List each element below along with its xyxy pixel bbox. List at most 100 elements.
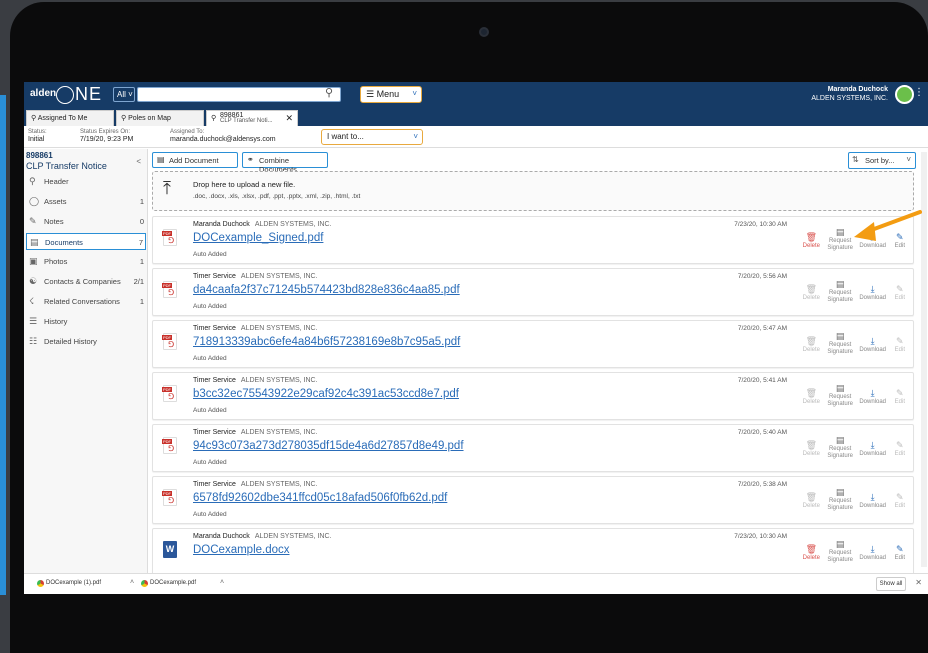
tab-record-898861[interactable]: ⚲ 898861 CLP Transfer Noti... ✕ [206,110,298,127]
search-icon[interactable]: ⚲ [321,86,337,102]
sidebar-item-contacts[interactable]: ☯ Contacts & Companies 2/1 [26,273,146,290]
request-signature-button[interactable]: ▤ Request Signature [827,383,853,408]
top-navigation-bar: alden NE All ˅ ⚲ ☰ Menu ˅ Maranda Duchoc… [24,82,928,108]
download-bar: DOCexample (1).pdf ˄ DOCexample.pdf ˄ Show… [24,573,928,594]
chrome-icon [37,580,44,587]
request-signature-button[interactable]: ▤ Request Signature [827,487,853,512]
download-button[interactable]: ⤓Download [859,544,886,562]
search-scope-select[interactable]: All ˅ [113,87,135,102]
document-note: Auto Added [193,355,227,362]
menu-button[interactable]: ☰ Menu ˅ [360,86,422,103]
request-signature-button[interactable]: ▤ Request Signature [827,539,853,564]
status-field: Status: Initial [28,129,47,143]
sidebar-item-detailed-history[interactable]: ☷ Detailed History [26,333,146,350]
edit-button[interactable]: ✎ Edit [895,544,905,562]
sidebar-item-assets[interactable]: ◯ Assets 1 [26,193,146,210]
hamburger-icon: ☰ [366,89,375,99]
search-input[interactable] [137,87,341,102]
download-button[interactable]: ⤓Download [859,492,886,510]
delete-button[interactable]: 🗑 Delete [803,336,820,354]
alden-one-logo[interactable]: alden NE [28,84,112,105]
signature-document-icon: ▤ [835,487,845,497]
signature-document-icon: ▤ [835,279,845,289]
more-options-icon[interactable]: ⋮ [914,87,924,98]
edit-button[interactable]: ✎ Edit [895,492,905,510]
document-author: Maranda Duchock ALDEN SYSTEMS, INC. [193,221,332,228]
file-drop-zone[interactable]: ⤒ Drop here to upload a new file. .doc, … [152,171,914,211]
download-item[interactable]: DOCexample.pdf ˄ [141,579,224,587]
upload-icon: ⤒ [163,178,171,198]
document-filename-link[interactable]: b3cc32ec75543922e29caf92c4c391ac53ccd8e7… [193,388,459,400]
document-row: Timer ServiceALDEN SYSTEMS, INC. da4caaf… [152,268,914,316]
edit-button[interactable]: ✎ Edit [895,336,905,354]
user-info: Maranda Duchock ALDEN SYSTEMS, INC. [811,86,888,102]
app-screen: alden NE All ˅ ⚲ ☰ Menu ˅ Maranda Duchoc… [24,82,928,594]
avatar[interactable] [895,85,914,104]
combine-documents-button[interactable]: ⚭ Combine Documents [242,152,328,174]
download-button[interactable]: ⤓Download [859,284,886,302]
show-all-button[interactable]: Show all [876,577,906,591]
document-filename-link[interactable]: DOCexample_Signed.pdf [193,232,323,244]
document-date: 7/20/20, 5:38 AM [737,481,787,488]
add-document-icon: ▤ [157,155,165,164]
delete-button[interactable]: 🗑 Delete [803,232,820,250]
sidebar-item-documents[interactable]: ▤ Documents 7 [26,233,146,250]
download-icon: ⤓ [870,388,875,398]
document-filename-link[interactable]: 94c93c073a273d278035df15de4a6d27857d8e49… [193,440,464,452]
document-date: 7/20/20, 5:47 AM [737,325,787,332]
download-button[interactable]: ⤓Download [859,388,886,406]
documents-panel: ▤ Add Document ⚭ Combine Documents ⇅ Sort b… [151,149,928,576]
close-icon[interactable]: ✕ [915,578,922,587]
sort-by-select[interactable]: ⇅ Sort by... ˅ [848,152,916,169]
request-signature-button[interactable]: ▤ Request Signature [827,279,853,304]
collapse-sidebar-icon[interactable]: < [136,157,141,166]
document-author: Timer Service ALDEN SYSTEMS, INC. [193,377,318,384]
document-filename-link[interactable]: da4caafa2f37c71245b574423bd828e836c4aa85… [193,284,460,296]
close-icon[interactable]: ✕ [285,113,293,124]
document-date: 7/20/20, 5:56 AM [737,273,787,280]
status-expires-field: Status Expires On: 7/19/20, 9:23 PM [80,129,134,143]
document-filename-link[interactable]: 6578fd92602dbe341ffcd05c18afad506f0fb62d… [193,492,447,504]
signature-document-icon: ▤ [835,331,845,341]
chevron-up-icon[interactable]: ˄ [220,579,224,586]
request-signature-button[interactable]: ▤ Request Signature [827,227,853,252]
document-filename-link[interactable]: DOCexample.docx [193,544,290,556]
edit-button[interactable]: ✎ Edit [895,284,905,302]
trash-icon: 🗑 [805,232,818,242]
document-date: 7/20/20, 5:41 AM [737,377,787,384]
sidebar-item-notes[interactable]: ✎ Notes 0 [26,213,146,230]
tab-poles-on-map[interactable]: ⚲ Poles on Map [116,110,204,126]
edit-button[interactable]: ✎ Edit [895,440,905,458]
document-row: Maranda DuchockALDEN SYSTEMS, INC. DOCex… [152,216,914,264]
add-document-button[interactable]: ▤ Add Document [152,152,238,168]
i-want-to-select[interactable]: I want to... ˅ [321,129,423,145]
request-signature-button[interactable]: ▤ Request Signature [827,435,853,460]
delete-button[interactable]: 🗑 Delete [803,544,820,562]
sidebar-item-related-conversations[interactable]: ☇ Related Conversations 1 [26,293,146,310]
delete-button[interactable]: 🗑 Delete [803,284,820,302]
delete-button[interactable]: 🗑 Delete [803,388,820,406]
delete-button[interactable]: 🗑 Delete [803,492,820,510]
document-filename-link[interactable]: 718913339abc6efe4a84b6f57238169e8b7c95a5… [193,336,460,348]
pdf-file-icon [162,489,177,506]
tab-assigned-to-me[interactable]: ⚲ Assigned To Me [26,110,114,126]
sidebar-item-header[interactable]: ⚲ Header [26,173,146,190]
chevron-up-icon[interactable]: ˄ [130,579,134,586]
pdf-file-icon [162,229,177,246]
download-icon: ⤓ [870,336,875,346]
download-button[interactable]: ⤓Download [859,440,886,458]
download-button[interactable]: ⤓Download [859,336,886,354]
chevron-down-icon: ˅ [906,155,911,164]
chevron-down-icon: ˅ [412,89,417,98]
document-note: Auto Added [193,251,227,258]
download-item[interactable]: DOCexample (1).pdf ˄ [37,579,134,587]
request-signature-button[interactable]: ▤ Request Signature [827,331,853,356]
sidebar-item-history[interactable]: ☰ History [26,313,146,330]
edit-button[interactable]: ✎ Edit [895,388,905,406]
pencil-icon: ✎ [896,440,904,450]
delete-button[interactable]: 🗑 Delete [803,440,820,458]
chevron-down-icon: ˅ [128,90,133,99]
pdf-file-icon [162,385,177,402]
document-author: Timer Service ALDEN SYSTEMS, INC. [193,481,318,488]
sidebar-item-photos[interactable]: ▣ Photos 1 [26,253,146,270]
